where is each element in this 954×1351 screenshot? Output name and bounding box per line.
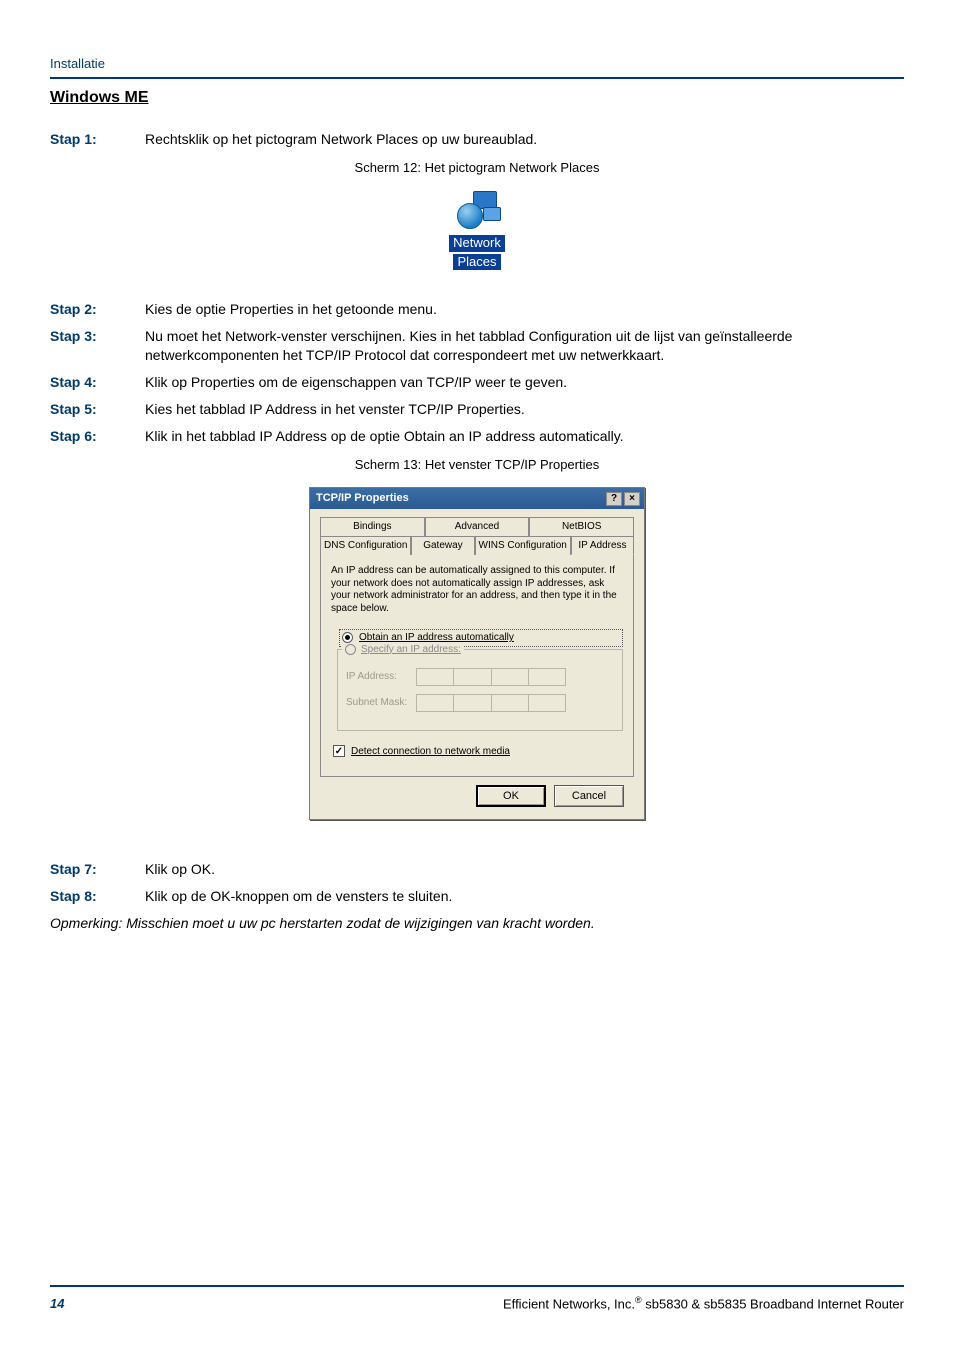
page-footer: 14 Efficient Networks, Inc.® sb5830 & sb…	[50, 1294, 904, 1313]
step-row: Stap 7: Klik op OK.	[50, 860, 904, 879]
subnet-mask-input[interactable]	[416, 694, 566, 712]
tab-gateway[interactable]: Gateway	[411, 536, 474, 556]
step-text: Klik in het tabblad IP Address op de opt…	[145, 427, 904, 446]
step-text: Nu moet het Network-venster verschijnen.…	[145, 327, 904, 365]
footer-product: sb5830 & sb5835 Broadband Internet Route…	[642, 1296, 904, 1311]
step-label: Stap 5:	[50, 400, 145, 419]
section-title: Windows ME	[50, 87, 904, 109]
figure13: TCP/IP Properties ? × Bindings Advanced …	[50, 487, 904, 820]
figure13-caption: Scherm 13: Het venster TCP/IP Properties	[50, 456, 904, 474]
network-places-icon-wrap: Network Places	[440, 191, 514, 271]
radio-dot-icon	[345, 644, 356, 655]
close-button[interactable]: ×	[624, 492, 640, 506]
step-row: Stap 4: Klik op Properties om de eigensc…	[50, 373, 904, 392]
step-row: Stap 5: Kies het tabblad IP Address in h…	[50, 400, 904, 419]
tab-bindings[interactable]: Bindings	[320, 517, 425, 536]
tab-strip: Bindings Advanced NetBIOS DNS Configurat…	[320, 517, 634, 555]
step-text: Klik op de OK-knoppen om de vensters te …	[145, 887, 904, 906]
detect-connection-label: Detect connection to network media	[351, 745, 510, 759]
footer-text: Efficient Networks, Inc.® sb5830 & sb583…	[503, 1294, 904, 1313]
steps-block-2: Stap 2: Kies de optie Properties in het …	[50, 300, 904, 445]
ok-button[interactable]: OK	[476, 785, 546, 807]
step-label: Stap 4:	[50, 373, 145, 392]
registered-symbol: ®	[635, 1295, 642, 1305]
network-places-icon	[453, 191, 501, 231]
step-text: Rechtsklik op het pictogram Network Plac…	[145, 130, 904, 149]
dialog-title-text: TCP/IP Properties	[316, 491, 409, 506]
ip-address-input[interactable]	[416, 668, 566, 686]
step-row: Stap 8: Klik op de OK-knoppen om de vens…	[50, 887, 904, 906]
tab-wins-config[interactable]: WINS Configuration	[475, 536, 571, 556]
tab-netbios[interactable]: NetBIOS	[529, 517, 634, 536]
detect-connection-checkbox[interactable]: ✓ Detect connection to network media	[333, 745, 623, 759]
tab-content-ip: An IP address can be automatically assig…	[320, 554, 634, 777]
step-label: Stap 7:	[50, 860, 145, 879]
cancel-button[interactable]: Cancel	[554, 785, 624, 807]
step-label: Stap 2:	[50, 300, 145, 319]
figure12-caption: Scherm 12: Het pictogram Network Places	[50, 159, 904, 177]
step-text: Kies de optie Properties in het getoonde…	[145, 300, 904, 319]
tab-dns-config[interactable]: DNS Configuration	[320, 536, 411, 556]
footer-company: Efficient Networks, Inc.	[503, 1296, 635, 1311]
step-text: Kies het tabblad IP Address in het venst…	[145, 400, 904, 419]
steps-block-1: Stap 1: Rechtsklik op het pictogram Netw…	[50, 130, 904, 149]
step-label: Stap 1:	[50, 130, 145, 149]
step-row: Stap 2: Kies de optie Properties in het …	[50, 300, 904, 319]
dialog-titlebar: TCP/IP Properties ? ×	[310, 488, 644, 509]
step-text: Klik op OK.	[145, 860, 904, 879]
step-text: Klik op Properties om de eigenschappen v…	[145, 373, 904, 392]
step-label: Stap 3:	[50, 327, 145, 365]
help-button[interactable]: ?	[606, 492, 622, 506]
radio-specify-ip[interactable]: Specify an IP address:	[342, 643, 464, 657]
network-places-caption-line1: Network	[449, 235, 505, 252]
ip-address-label: IP Address:	[346, 670, 416, 684]
step-row: Stap 3: Nu moet het Network-venster vers…	[50, 327, 904, 365]
steps-block-3: Stap 7: Klik op OK. Stap 8: Klik op de O…	[50, 860, 904, 906]
network-places-caption-line2: Places	[453, 254, 500, 271]
step-row: Stap 6: Klik in het tabblad IP Address o…	[50, 427, 904, 446]
page-header-label: Installatie	[50, 55, 904, 73]
tcpip-dialog: TCP/IP Properties ? × Bindings Advanced …	[309, 487, 645, 820]
tab-ip-address[interactable]: IP Address	[571, 536, 634, 556]
figure12: Network Places	[50, 191, 904, 271]
tab-advanced[interactable]: Advanced	[425, 517, 530, 536]
page-number: 14	[50, 1295, 64, 1313]
subnet-mask-label: Subnet Mask:	[346, 696, 416, 710]
dialog-description: An IP address can be automatically assig…	[331, 565, 623, 615]
specify-ip-group: Specify an IP address: IP Address: Subne…	[337, 649, 623, 731]
remark-note: Opmerking: Misschien moet u uw pc hersta…	[50, 914, 904, 933]
step-row: Stap 1: Rechtsklik op het pictogram Netw…	[50, 130, 904, 149]
step-label: Stap 8:	[50, 887, 145, 906]
checkbox-icon: ✓	[333, 745, 345, 757]
radio-specify-ip-label: Specify an IP address:	[361, 643, 461, 657]
header-divider	[50, 77, 904, 79]
step-label: Stap 6:	[50, 427, 145, 446]
footer-divider	[50, 1285, 904, 1287]
